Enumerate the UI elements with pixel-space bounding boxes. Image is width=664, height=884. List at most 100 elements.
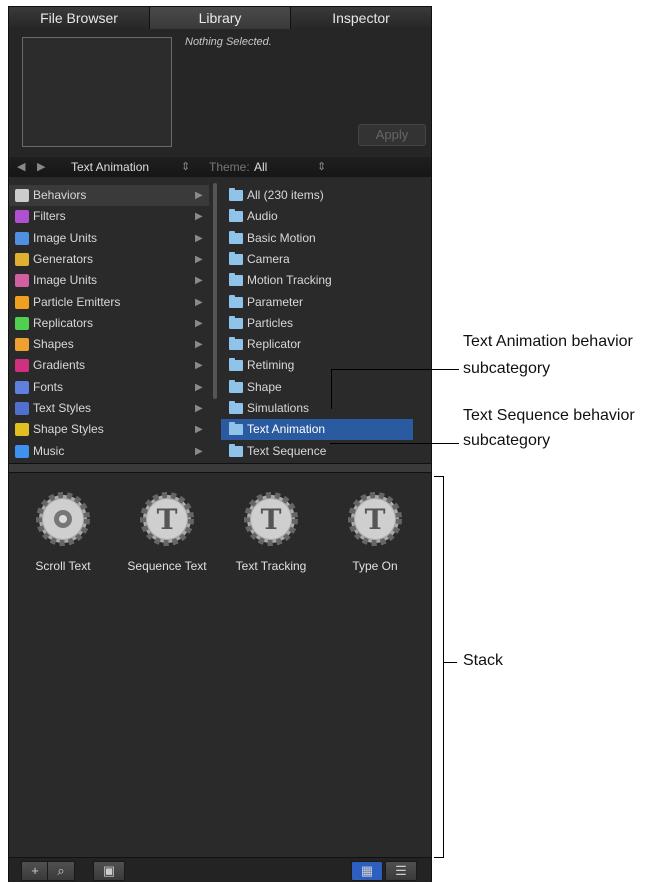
- subcategory-item[interactable]: Parameter: [221, 292, 413, 313]
- chevron-right-icon: ▶: [195, 296, 203, 308]
- folder-icon: [229, 358, 243, 372]
- category-popup[interactable]: Text Animation: [71, 160, 149, 174]
- stack-item-text-tracking[interactable]: T Text Tracking: [219, 485, 323, 585]
- tab-inspector[interactable]: Inspector: [291, 7, 431, 29]
- category-label: Particle Emitters: [33, 294, 121, 309]
- preview-toggle-icon[interactable]: ▣: [93, 861, 125, 881]
- preview-area: Nothing Selected. Apply: [9, 29, 431, 157]
- category-item[interactable]: Filters ▶: [9, 206, 209, 227]
- subcategory-item[interactable]: All (230 items): [221, 185, 413, 206]
- stack-item-label: Sequence Text: [127, 559, 207, 573]
- stack-item-scroll-text[interactable]: Scroll Text: [11, 485, 115, 585]
- category-label: Music: [33, 443, 65, 458]
- folder-icon: [229, 443, 243, 457]
- category-item[interactable]: Image Units ▶: [9, 270, 209, 291]
- category-item[interactable]: Fonts ▶: [9, 377, 209, 398]
- category-label: Shapes: [33, 337, 74, 352]
- subcategory-item[interactable]: Replicator: [221, 334, 413, 355]
- category-item[interactable]: Shape Styles ▶: [9, 419, 209, 440]
- svg-text:T: T: [157, 503, 178, 536]
- grid-view-icon[interactable]: ▦: [351, 861, 383, 881]
- subcategory-item[interactable]: Camera: [221, 249, 413, 270]
- category-item[interactable]: Generators ▶: [9, 249, 209, 270]
- subcategory-item[interactable]: Basic Motion: [221, 228, 413, 249]
- subcategory-item[interactable]: Text Animation: [221, 419, 413, 441]
- category-label: Behaviors: [33, 188, 87, 202]
- subcategory-label: Simulations: [247, 401, 310, 415]
- stack-item-type-on[interactable]: T Type On: [323, 485, 427, 585]
- chevron-right-icon: ▶: [195, 445, 203, 457]
- category-item[interactable]: Behaviors ▶: [9, 185, 209, 206]
- subcategory-label: Motion Tracking: [247, 273, 332, 288]
- category-label: Shape Styles: [33, 422, 104, 437]
- svg-text:T: T: [365, 503, 386, 536]
- category-item[interactable]: Particle Emitters ▶: [9, 292, 209, 313]
- category-item[interactable]: Image Units ▶: [9, 228, 209, 249]
- callout-text-animation-sub: subcategory: [463, 360, 551, 377]
- stack-bracket: [434, 476, 444, 477]
- theme-popup-chevron-icon[interactable]: ⇕: [317, 160, 326, 173]
- category-item[interactable]: Text Styles ▶: [9, 398, 209, 419]
- subcategory-label: Text Animation: [247, 422, 326, 437]
- apply-button[interactable]: Apply: [358, 124, 426, 146]
- folder-icon: [229, 337, 243, 351]
- text-styles-icon: [15, 402, 29, 415]
- chevron-right-icon: ▶: [195, 253, 203, 265]
- list-view-icon[interactable]: ☰: [385, 861, 417, 881]
- subcategory-label: Text Sequence: [247, 443, 327, 458]
- tab-library[interactable]: Library: [150, 7, 291, 29]
- category-item[interactable]: Music ▶: [9, 441, 209, 462]
- chevron-right-icon: ▶: [195, 403, 203, 414]
- callout-text-animation: Text Animation behavior: [463, 333, 633, 350]
- folder-icon: [229, 294, 243, 308]
- navigation-bar: ◀ ▶ Text Animation ⇕ Theme: All ⇕: [9, 157, 431, 177]
- category-label: Image Units: [33, 273, 98, 288]
- folder-icon: [229, 273, 243, 287]
- subcategory-label: Retiming: [247, 358, 295, 373]
- text-behavior-icon: T: [244, 492, 298, 546]
- chevron-right-icon: ▶: [195, 211, 203, 223]
- bottom-toolbar: + ⌕ ▣ ▦ ☰: [9, 857, 431, 882]
- category-item[interactable]: Shapes ▶: [9, 334, 209, 355]
- filters-icon: [15, 210, 29, 224]
- chevron-right-icon: ▶: [195, 360, 203, 372]
- subcategory-item[interactable]: Retiming: [221, 355, 413, 376]
- stack-bracket: [443, 662, 457, 663]
- stack-divider[interactable]: [9, 463, 431, 473]
- back-arrow-icon[interactable]: ◀: [17, 160, 25, 173]
- replicators-icon: [15, 316, 29, 330]
- library-panel: File Browser Library Inspector Nothing S…: [8, 6, 432, 882]
- category-label: Generators: [33, 251, 94, 266]
- category-scrollbar[interactable]: [213, 183, 217, 399]
- subcategory-item[interactable]: Motion Tracking: [221, 270, 413, 291]
- chevron-right-icon: ▶: [195, 339, 203, 351]
- svg-text:T: T: [261, 503, 282, 536]
- subcategory-item[interactable]: Simulations: [221, 398, 413, 419]
- category-item[interactable]: Gradients ▶: [9, 355, 209, 376]
- callout-line: [331, 369, 332, 409]
- chevron-right-icon: ▶: [195, 317, 203, 329]
- callout-line: [331, 369, 459, 370]
- subcategory-label: Audio: [247, 209, 278, 224]
- stack-item-sequence-text[interactable]: T Sequence Text: [115, 485, 219, 585]
- category-item[interactable]: Replicators ▶: [9, 313, 209, 334]
- subcategory-item[interactable]: Particles: [221, 313, 413, 334]
- forward-arrow-icon[interactable]: ▶: [37, 160, 45, 173]
- stack: Scroll Text T Sequence Text T Text Track…: [9, 473, 431, 857]
- search-icon[interactable]: ⌕: [47, 861, 75, 881]
- subcategory-item[interactable]: Audio: [221, 206, 413, 227]
- subcategory-label: Camera: [247, 251, 290, 266]
- gear-icon: [36, 492, 90, 546]
- subcategory-label: Basic Motion: [247, 230, 316, 245]
- category-label: Fonts: [33, 379, 64, 394]
- particles-icon: [15, 295, 29, 309]
- folder-icon: [229, 230, 243, 244]
- subcategory-label: Parameter: [247, 294, 304, 309]
- add-icon[interactable]: +: [21, 861, 49, 881]
- subcategory-label: All (230 items): [247, 188, 324, 202]
- subcategory-item[interactable]: Shape: [221, 377, 413, 398]
- theme-popup[interactable]: All: [254, 160, 267, 174]
- music-icon: [15, 444, 29, 458]
- tab-file-browser[interactable]: File Browser: [9, 7, 150, 29]
- category-popup-chevron-icon[interactable]: ⇕: [181, 160, 190, 173]
